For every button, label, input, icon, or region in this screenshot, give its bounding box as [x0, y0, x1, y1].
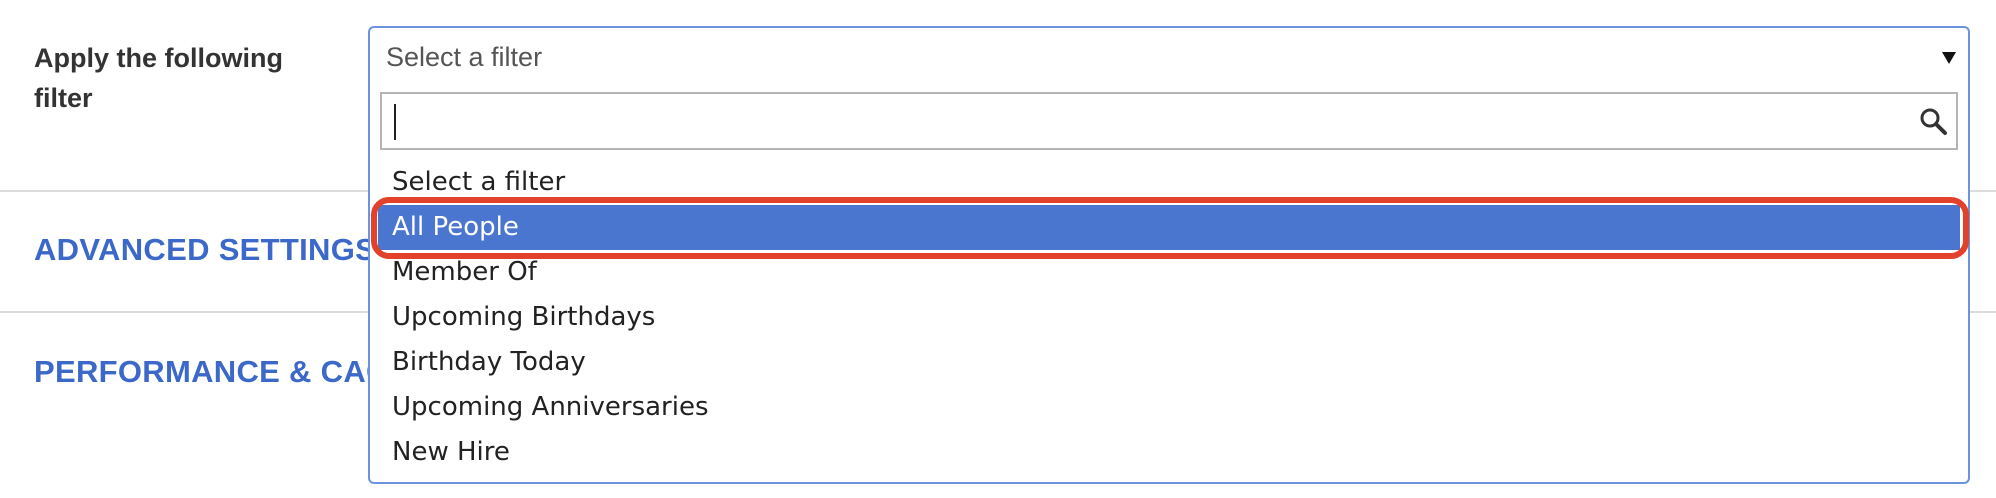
- option-upcoming-anniversaries[interactable]: Upcoming Anniversaries: [378, 385, 1960, 430]
- section-heading-advanced-settings[interactable]: ADVANCED SETTINGS: [34, 232, 376, 268]
- option-birthday-today[interactable]: Birthday Today: [378, 340, 1960, 385]
- option-all-people[interactable]: All People: [378, 205, 1960, 250]
- search-icon: [1920, 108, 1947, 135]
- dropdown-search-input[interactable]: [392, 102, 1872, 140]
- dropdown-search-field[interactable]: [380, 92, 1958, 150]
- option-upcoming-birthdays[interactable]: Upcoming Birthdays: [378, 295, 1960, 340]
- option-member-of[interactable]: Member Of: [378, 250, 1960, 295]
- filter-field-label: Apply the following filter: [34, 43, 283, 113]
- option-new-hire[interactable]: New Hire: [378, 430, 1960, 475]
- filter-select-value: Select a filter: [386, 42, 543, 72]
- option-select-a-filter[interactable]: Select a filter: [378, 160, 1960, 205]
- text-cursor: [394, 104, 396, 140]
- caret-down-icon[interactable]: [1942, 52, 1956, 64]
- filter-dropdown-panel: Select a filter All People Member Of Upc…: [368, 82, 1970, 484]
- filter-select[interactable]: Select a filter: [368, 26, 1970, 82]
